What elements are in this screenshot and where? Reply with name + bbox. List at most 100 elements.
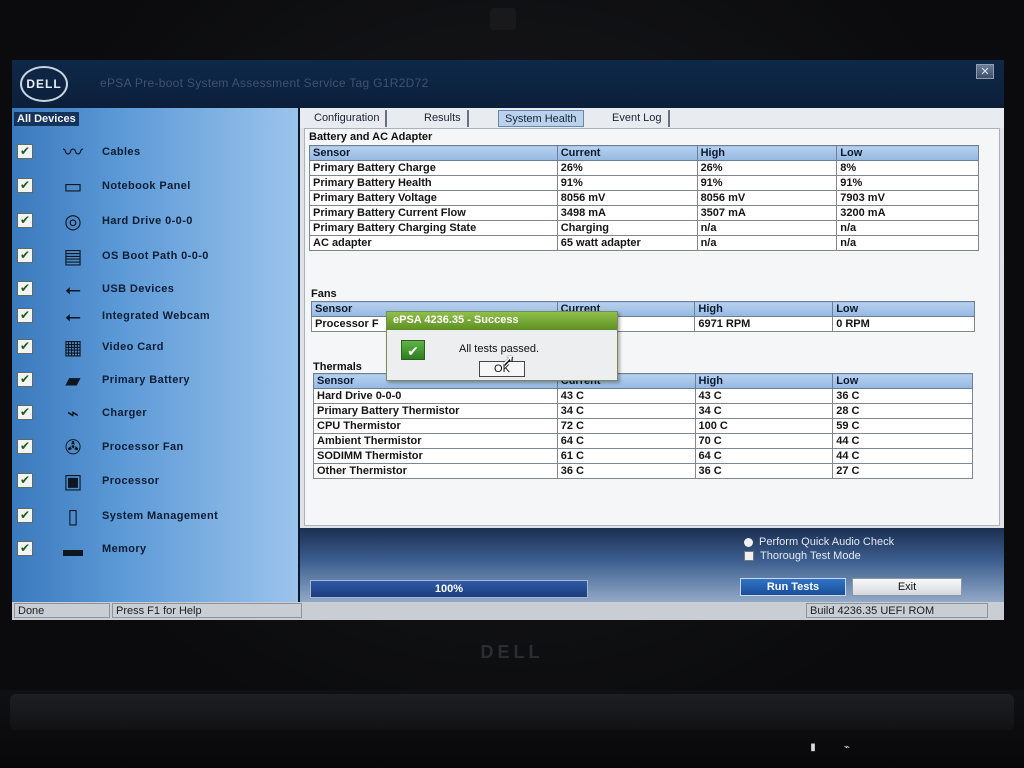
device-checkbox[interactable]: ✔ xyxy=(17,308,33,323)
table-cell: 28 C xyxy=(832,403,973,419)
table-cell: 36 C xyxy=(556,463,696,479)
sidebar-item-video-card[interactable]: ✔ ▦ Video Card xyxy=(12,333,298,363)
close-icon[interactable]: ✕ xyxy=(976,64,994,79)
table-cell: Primary Battery Charge xyxy=(309,160,558,176)
table-row: Hard Drive 0-0-0 43 C 43 C 36 C xyxy=(313,388,973,404)
table-cell: Primary Battery Thermistor xyxy=(313,403,558,419)
checkbox-icon[interactable] xyxy=(744,551,754,562)
table-cell: 36 C xyxy=(694,463,834,479)
sidebar-item-usb-devices[interactable]: ✔ ⭠ USB Devices xyxy=(12,275,298,305)
radio-icon[interactable] xyxy=(744,537,753,547)
fans-section-title: Fans xyxy=(311,288,337,300)
tab-system-health[interactable]: System Health xyxy=(498,110,584,127)
device-label: Charger xyxy=(102,407,147,419)
tab-bar: Configuration Results System Health Even… xyxy=(300,108,1004,128)
sidebar-item-notebook-panel[interactable]: ✔ ▭ Notebook Panel xyxy=(12,172,298,202)
sidebar-item-memory[interactable]: ✔ ▬ Memory xyxy=(12,535,298,565)
sidebar-item-integrated-webcam[interactable]: ✔ ⭠ Integrated Webcam xyxy=(12,302,298,332)
device-checkbox[interactable]: ✔ xyxy=(17,248,33,263)
column-header: Low xyxy=(832,301,975,317)
table-cell: n/a xyxy=(696,220,838,236)
device-checkbox[interactable]: ✔ xyxy=(17,339,33,354)
memory-icon: ▬ xyxy=(63,539,83,561)
sidebar-item-processor-fan[interactable]: ✔ ✇ Processor Fan xyxy=(12,433,298,463)
table-cell: 91% xyxy=(696,175,838,191)
battery-led-icon: ▮ xyxy=(810,742,816,753)
table-row: Primary Battery Current Flow 3498 mA 3507 … xyxy=(309,205,979,221)
table-cell: 36 C xyxy=(832,388,973,404)
sidebar-item-charger[interactable]: ✔ ⌁ Charger xyxy=(12,399,298,429)
thorough-mode-option[interactable]: Thorough Test Mode xyxy=(744,550,861,562)
table-row: Primary Battery Charging State Charging n/… xyxy=(309,220,979,236)
device-checkbox[interactable]: ✔ xyxy=(17,372,33,387)
hard-drive-icon: ◎ xyxy=(64,211,82,233)
table-cell: n/a xyxy=(836,235,979,251)
quick-audio-option[interactable]: Perform Quick Audio Check xyxy=(744,536,894,548)
table-row: CPU Thermistor 72 C 100 C 59 C xyxy=(313,418,973,434)
table-cell: 7903 mV xyxy=(836,190,979,206)
device-label: Video Card xyxy=(102,341,164,353)
battery-table: Sensor Current High Low Primary Battery Char… xyxy=(309,145,979,251)
bezel-logo: DELL xyxy=(480,642,544,662)
table-cell: Hard Drive 0-0-0 xyxy=(313,388,558,404)
dialog-title: ePSA 4236.35 - Success xyxy=(387,312,617,330)
device-checkbox[interactable]: ✔ xyxy=(17,439,33,454)
sidebar-item-primary-battery[interactable]: ✔ ▰ Primary Battery xyxy=(12,366,298,396)
usb-icon: ⭠ xyxy=(65,279,81,301)
device-checkbox[interactable]: ✔ xyxy=(17,144,33,159)
column-header: High xyxy=(694,301,834,317)
sidebar-header[interactable]: All Devices xyxy=(14,112,79,126)
table-row: Primary Battery Health 91% 91% 91% xyxy=(309,175,979,191)
sidebar-item-cables[interactable]: ✔ 〰 Cables xyxy=(12,138,298,168)
table-cell: Primary Battery Charging State xyxy=(309,220,558,236)
device-checkbox[interactable]: ✔ xyxy=(17,541,33,556)
system-management-icon: ▯ xyxy=(67,506,79,528)
sidebar-item-system-management[interactable]: ✔ ▯ System Management xyxy=(12,502,298,532)
table-cell: Charging xyxy=(556,220,698,236)
app-title: ePSA Pre-boot System Assessment Service … xyxy=(100,76,429,90)
success-dialog: ePSA 4236.35 - Success ✔ All tests passe… xyxy=(386,311,618,381)
success-check-icon: ✔ xyxy=(401,340,425,360)
table-cell: 3200 mA xyxy=(836,205,979,221)
fan-icon: ✇ xyxy=(64,437,82,459)
table-cell: SODIMM Thermistor xyxy=(313,448,558,464)
tab-configuration[interactable]: Configuration xyxy=(308,110,388,127)
sidebar-item-os-boot-path-0-0-0[interactable]: ✔ ▤ OS Boot Path 0-0-0 xyxy=(12,242,298,272)
device-checkbox[interactable]: ✔ xyxy=(17,508,33,523)
webcam xyxy=(490,8,516,30)
sidebar-item-processor[interactable]: ✔ ▣ Processor xyxy=(12,467,298,497)
table-cell: 91% xyxy=(556,175,698,191)
device-checkbox[interactable]: ✔ xyxy=(17,405,33,420)
device-label: Cables xyxy=(102,146,141,158)
device-checkbox[interactable]: ✔ xyxy=(17,281,33,296)
wifi-led-icon: ⌁ xyxy=(843,742,851,753)
boot-path-icon: ▤ xyxy=(63,246,83,268)
sidebar-item-hard-drive-0-0-0[interactable]: ✔ ◎ Hard Drive 0-0-0 xyxy=(12,207,298,237)
table-cell: 70 C xyxy=(694,433,834,449)
table-cell: 100 C xyxy=(694,418,834,434)
device-label: Integrated Webcam xyxy=(102,310,211,322)
dialog-message: All tests passed. xyxy=(459,343,540,355)
battery-icon: ▰ xyxy=(65,370,81,392)
exit-button[interactable]: Exit xyxy=(852,578,962,596)
run-tests-button[interactable]: Run Tests xyxy=(740,578,846,596)
table-cell: 3498 mA xyxy=(556,205,698,221)
device-checkbox[interactable]: ✔ xyxy=(17,473,33,488)
table-cell: 8056 mV xyxy=(556,190,698,206)
table-cell: 64 C xyxy=(556,433,696,449)
table-cell: 43 C xyxy=(556,388,696,404)
table-row: Ambient Thermistor 64 C 70 C 44 C xyxy=(313,433,973,449)
tab-results[interactable]: Results xyxy=(418,110,469,127)
device-label: System Management xyxy=(102,510,219,522)
device-checkbox[interactable]: ✔ xyxy=(17,178,33,193)
table-cell: 34 C xyxy=(556,403,696,419)
table-cell: 27 C xyxy=(832,463,973,479)
device-label: Memory xyxy=(102,543,147,555)
table-cell: Primary Battery Voltage xyxy=(309,190,558,206)
device-label: Processor xyxy=(102,475,160,487)
quick-audio-label: Perform Quick Audio Check xyxy=(759,536,895,548)
mouse-cursor-icon: ➚ xyxy=(501,352,515,369)
table-row: AC adapter 65 watt adapter n/a n/a xyxy=(309,235,979,251)
device-checkbox[interactable]: ✔ xyxy=(17,213,33,228)
tab-event-log[interactable]: Event Log xyxy=(606,110,670,127)
